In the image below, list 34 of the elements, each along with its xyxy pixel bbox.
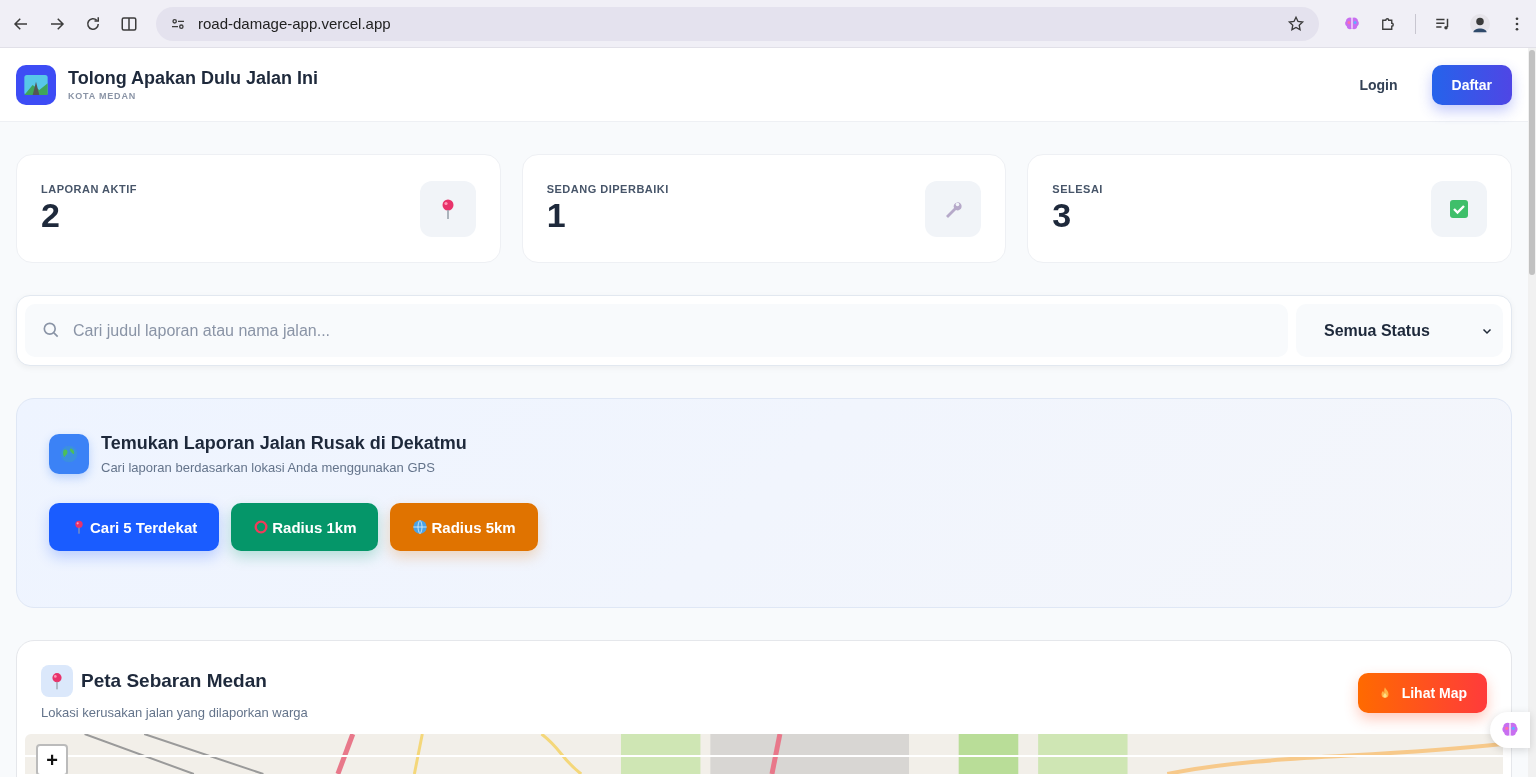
stat-value: 3 [1052,196,1073,235]
location-button[interactable]: Cari 5 Terdekat [49,503,220,551]
avatar-icon[interactable] [1470,13,1490,34]
register-button[interactable]: Daftar [1431,64,1512,105]
city-label: KOTA MEDAN [68,91,137,101]
stat-value: 2 [41,196,61,235]
stat-label: SELESAI [1052,182,1103,195]
ring-icon [253,519,270,535]
stat-label: SEDANG DIPERBAIKI [546,182,669,195]
section-title: Peta Sebaran Medan [81,670,267,692]
app-title: Tolong Apakan Dulu Jalan Ini [68,68,318,89]
status-dropdown[interactable]: Semua Status [1296,304,1503,357]
split-view-icon[interactable] [120,14,138,33]
section-subtitle: Lokasi kerusakan jalan yang dilaporkan warga [41,705,308,720]
section-subtitle: Cari laporan berdasarkan lokasi Anda menggunakan GPS [101,460,436,475]
login-link[interactable]: Login [1353,75,1404,94]
url-text: road-damage-app.vercel.app [198,15,391,32]
star-icon[interactable] [1287,14,1305,33]
location-button[interactable]: Radius 1km [231,503,379,551]
scrollbar[interactable] [1528,48,1536,777]
reload-icon[interactable] [84,14,102,33]
assistant-button[interactable] [1490,712,1530,748]
scrollbar-thumb[interactable] [1529,50,1535,275]
zoom-in-button[interactable]: + [36,744,68,774]
location-button[interactable]: Radius 5km [390,503,538,551]
stat-value: 1 [546,196,567,235]
search-field[interactable]: Cari judul laporan atau nama jalan... [25,304,1288,357]
logo-icon[interactable] [16,64,56,105]
view-map-button[interactable]: Lihat Map [1357,673,1487,713]
globe-icon [59,444,79,464]
section-title: Temukan Laporan Jalan Rusak di Dekatmu [101,433,467,454]
stat-label: LAPORAN AKTIF [41,182,137,195]
globe-icon [412,519,429,535]
address-bar[interactable]: road-damage-app.vercel.app [156,6,1319,41]
